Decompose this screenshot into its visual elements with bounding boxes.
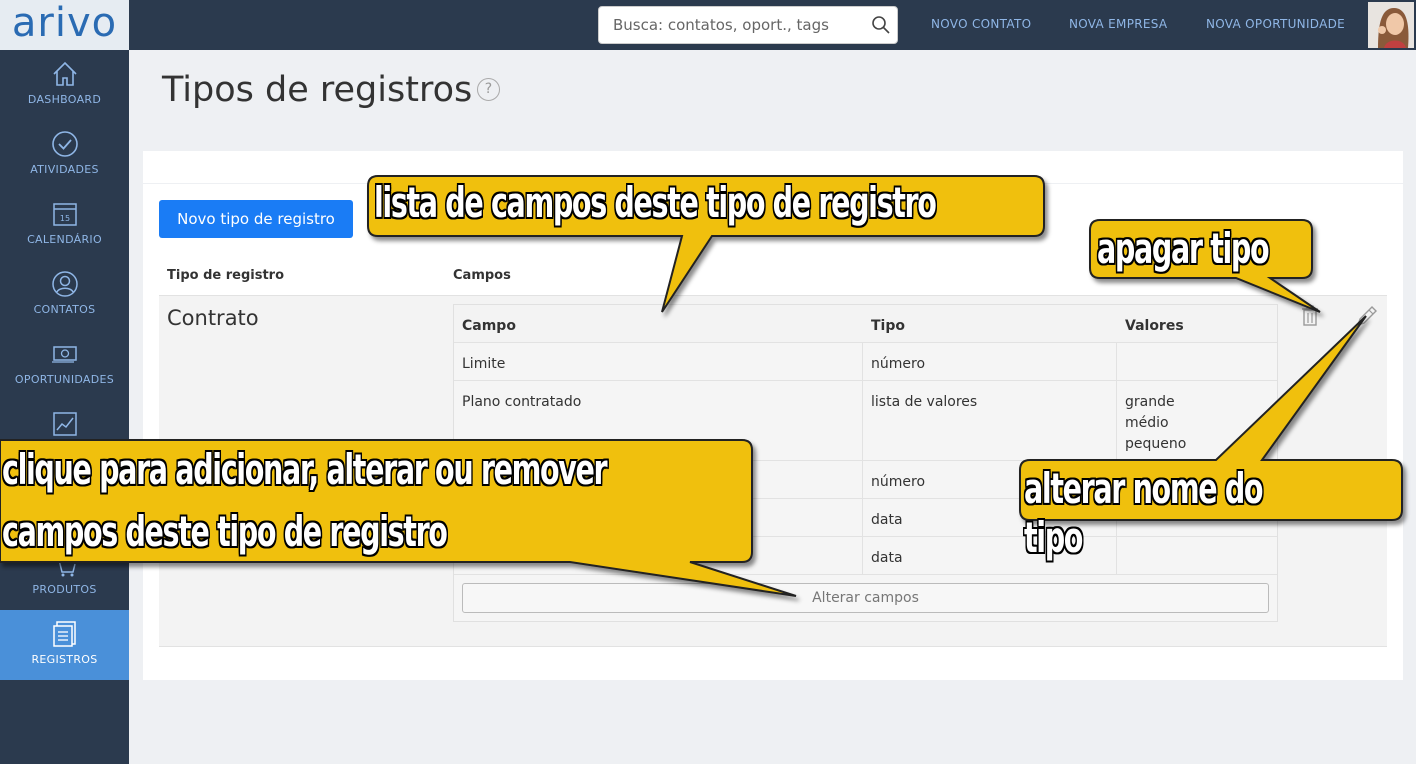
avatar-image [1368, 2, 1414, 48]
help-icon[interactable]: ? [477, 78, 500, 101]
money-icon [52, 346, 77, 363]
fields-header-tipo: Tipo [871, 318, 905, 334]
sidebar: DASHBOARD ATIVIDADES 15 CALENDÁRIO CONTA… [0, 50, 129, 764]
sidebar-item-label: REGISTROS [31, 653, 98, 666]
sidebar-item-label: DASHBOARD [27, 93, 102, 106]
callout-text-alterar-nome: alterar nome do tipo [1024, 464, 1264, 562]
column-header-tipo: Tipo de registro [167, 268, 285, 283]
record-type-name: Contrato [167, 306, 259, 330]
check-circle-icon [52, 131, 78, 157]
field-row: Limite número [454, 343, 1277, 381]
callout-text-clique-1: clique para adicionar, alterar ou remove… [2, 445, 608, 494]
page-title: Tipos de registros [162, 70, 473, 110]
records-icon [53, 621, 76, 647]
search-box [598, 6, 898, 44]
new-opportunity-link[interactable]: NOVA OPORTUNIDADE [1206, 17, 1345, 31]
top-bar: arivo NOVO CONTATO NOVA EMPRESA NOVA OPO… [0, 0, 1416, 50]
sidebar-item-oportunidades[interactable]: OPORTUNIDADES [0, 330, 129, 400]
sidebar-item-label: PRODUTOS [32, 583, 97, 596]
avatar[interactable] [1368, 2, 1414, 48]
sidebar-item-label: ATIVIDADES [30, 163, 99, 176]
field-valores: grande médio pequeno [1125, 394, 1187, 452]
sidebar-item-contatos[interactable]: CONTATOS [0, 260, 129, 330]
callout-text-apagar: apagar tipo [1097, 224, 1270, 273]
field-tipo: lista de valores [871, 394, 978, 410]
field-tipo: número [871, 356, 926, 372]
logo-text: arivo [11, 0, 118, 46]
sidebar-item-registros[interactable]: REGISTROS [0, 610, 129, 680]
fields-header-campo: Campo [462, 318, 516, 334]
trash-icon[interactable] [1300, 305, 1320, 327]
home-icon [53, 61, 77, 86]
alter-fields-button[interactable]: Alterar campos [462, 583, 1269, 613]
field-tipo: data [871, 550, 903, 566]
sidebar-item-calendario[interactable]: 15 CALENDÁRIO [0, 190, 129, 260]
field-campo: Plano contratado [462, 394, 582, 410]
search-icon[interactable] [871, 15, 891, 35]
search-input[interactable] [599, 7, 869, 43]
sidebar-item-label: CONTATOS [33, 303, 96, 316]
calendar-icon: 15 [53, 203, 77, 226]
callout-text-clique-2: campos deste tipo de registro [2, 507, 448, 556]
fields-header-row: Campo Tipo Valores [454, 305, 1277, 343]
sidebar-item-label: OPORTUNIDADES [14, 373, 115, 386]
person-icon [52, 271, 78, 297]
fields-header-valores: Valores [1125, 318, 1184, 334]
new-contact-link[interactable]: NOVO CONTATO [931, 17, 1031, 31]
new-company-link[interactable]: NOVA EMPRESA [1069, 17, 1167, 31]
sidebar-item-dashboard[interactable]: DASHBOARD [0, 50, 129, 120]
chart-icon [53, 412, 77, 436]
sidebar-item-label: CALENDÁRIO [27, 233, 102, 246]
sidebar-item-atividades[interactable]: ATIVIDADES [0, 120, 129, 190]
field-tipo: data [871, 512, 903, 528]
new-record-type-button[interactable]: Novo tipo de registro [159, 200, 353, 238]
calendar-day: 15 [60, 214, 70, 223]
field-tipo: número [871, 474, 926, 490]
column-header-campos: Campos [453, 268, 511, 283]
pencil-icon[interactable] [1354, 305, 1378, 329]
logo[interactable]: arivo [0, 0, 129, 50]
field-campo: Limite [462, 356, 506, 372]
callout-text-lista: lista de campos deste tipo de registro [374, 178, 937, 227]
